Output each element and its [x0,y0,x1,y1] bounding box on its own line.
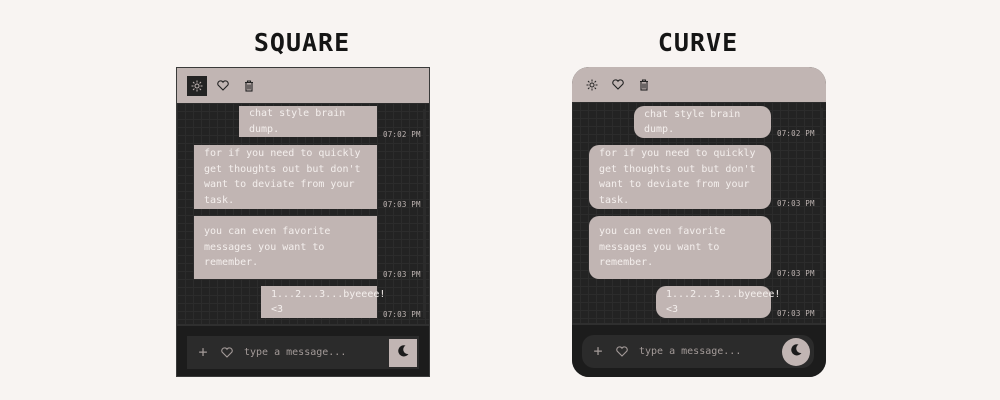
theme-toggle-button[interactable] [389,338,417,367]
message-text: for if you need to quickly get thoughts … [599,148,756,206]
message-input[interactable] [639,340,782,363]
heart-icon [616,342,628,361]
message-list[interactable]: chat style brain dump. 07:02 PM for if y… [572,102,826,323]
message-bubble[interactable]: for if you need to quickly get thoughts … [589,145,771,209]
composer-bar: + [572,323,826,377]
heart-icon [612,79,624,90]
message-bubble[interactable]: chat style brain dump. [634,106,771,138]
message-list[interactable]: chat style brain dump. 07:02 PM for if y… [177,103,429,324]
moon-icon [396,343,410,362]
message-text: chat style brain dump. [644,108,741,136]
scrollbar[interactable] [423,109,426,318]
message-timestamp: 07:03 PM [383,270,421,279]
settings-icon [586,79,598,91]
message-bubble[interactable]: you can even favorite messages you want … [194,216,377,279]
composer: + [187,336,419,369]
message-text: for if you need to quickly get thoughts … [204,148,361,206]
settings-button[interactable] [582,75,602,95]
composer-bar: + [177,324,429,376]
settings-button[interactable] [187,75,207,96]
moon-icon [789,342,803,361]
add-button[interactable]: + [192,342,214,364]
message-timestamp: 07:03 PM [383,200,421,209]
plus-icon: + [593,342,603,360]
delete-button[interactable] [239,76,259,96]
message-text: 1...2...3...byeeee! <3 [666,288,781,316]
message-bubble[interactable]: for if you need to quickly get thoughts … [194,145,377,209]
message-bubble[interactable]: you can even favorite messages you want … [589,216,771,279]
delete-button[interactable] [634,75,654,95]
favorite-toggle[interactable] [216,342,238,364]
plus-icon: + [198,343,208,361]
favorite-button[interactable] [213,76,233,96]
message-text: you can even favorite messages you want … [204,226,331,269]
favorite-toggle[interactable] [611,341,633,363]
message-bubble[interactable]: 1...2...3...byeeee! <3 [261,286,385,318]
message-bubble[interactable]: chat style brain dump. [239,106,377,137]
favorite-button[interactable] [608,75,628,95]
toolbar [177,68,429,103]
message-timestamp: 07:03 PM [777,269,815,278]
message-text: 1...2...3...byeeee! <3 [271,288,386,316]
message-timestamp: 07:03 PM [777,309,815,318]
curve-chat-window: chat style brain dump. 07:02 PM for if y… [572,67,826,377]
message-timestamp: 07:03 PM [777,199,815,208]
composer: + [582,335,814,368]
curve-style-title: CURVE [657,28,739,57]
trash-icon [244,79,254,92]
toolbar [572,67,826,102]
heart-icon [221,343,233,362]
message-text: you can even favorite messages you want … [599,226,726,269]
trash-icon [639,78,649,91]
message-input[interactable] [244,341,389,364]
add-button[interactable]: + [587,341,609,363]
message-text: chat style brain dump. [249,108,346,135]
message-bubble[interactable]: 1...2...3...byeeee! <3 [656,286,780,318]
message-timestamp: 07:02 PM [383,130,421,139]
square-chat-window: chat style brain dump. 07:02 PM for if y… [176,67,430,377]
scrollbar[interactable] [820,108,823,317]
message-timestamp: 07:03 PM [383,310,421,319]
theme-toggle-button[interactable] [782,337,810,366]
square-style-title: SQUARE [253,28,351,57]
message-timestamp: 07:02 PM [777,129,815,138]
settings-icon [191,80,203,92]
heart-icon [217,80,229,91]
